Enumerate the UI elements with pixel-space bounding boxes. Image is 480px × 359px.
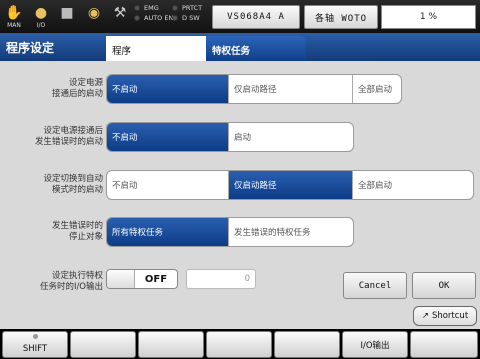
option-path-only[interactable]: 仅启动路径 — [229, 75, 353, 103]
fkey-io-output[interactable]: I/O输出 — [342, 331, 408, 358]
tab-privileged-task[interactable]: 特权任务 — [206, 36, 306, 61]
fkey-3[interactable] — [138, 331, 204, 358]
page-title: 程序设定 — [6, 41, 55, 55]
io-output-value-field[interactable]: 0 — [186, 269, 256, 289]
option-no-start[interactable]: 不启动 — [107, 171, 229, 199]
shortcut-button[interactable]: ↗ Shortcut — [413, 306, 477, 326]
option-no-start[interactable]: 不启动 — [107, 123, 229, 151]
fkey-4[interactable] — [206, 331, 272, 358]
option-all-start[interactable]: 全部启动 — [353, 75, 401, 103]
toggle-state: OFF — [144, 273, 168, 285]
option-error-privileged-task[interactable]: 发生错误的特权任务 — [229, 218, 353, 246]
hand-icon[interactable]: ✋ MAN — [4, 3, 24, 31]
setting-label-power-on-error: 设定电源接通后 发生错误时的启动 — [34, 126, 103, 147]
lamp-group-left: EMG AUTO EN — [134, 3, 173, 23]
title-bar: 程序设定 程序 特权任务 — [0, 33, 480, 61]
robot-type-button[interactable]: VS068A4 A — [212, 5, 300, 29]
lamp-group-right: PRTCT D SW — [172, 3, 202, 23]
option-no-start[interactable]: 不启动 — [107, 75, 229, 103]
ok-button[interactable]: OK — [412, 272, 476, 299]
function-key-bar: SHIFT I/O输出 — [0, 329, 480, 359]
fkey-5[interactable] — [274, 331, 340, 358]
power-on-error-start-selector: 不启动 启动 — [106, 122, 354, 152]
shortcut-strip — [0, 301, 480, 329]
option-path-only[interactable]: 仅启动路径 — [229, 171, 353, 199]
stop-square-icon[interactable]: ■ — [57, 3, 77, 31]
setting-label-power-on: 设定电源 接通后的启动 — [51, 78, 103, 99]
shift-led-icon — [33, 334, 38, 339]
shortcut-icon: ↗ — [421, 311, 429, 321]
dsw-lamp-icon — [172, 15, 178, 21]
fkey-shift[interactable]: SHIFT — [2, 331, 68, 358]
auto-mode-start-selector: 不启动 仅启动路径 全部启动 — [106, 170, 474, 200]
option-all-start[interactable]: 全部启动 — [353, 171, 473, 199]
cancel-button[interactable]: Cancel — [343, 272, 407, 299]
axes-mode-button[interactable]: 各轴 WOTO — [304, 5, 378, 29]
fkey-2[interactable] — [70, 331, 136, 358]
error-stop-target-selector: 所有特权任务 发生错误的特权任务 — [106, 217, 354, 247]
setting-label-auto-mode: 设定切换到自动 模式时的启动 — [43, 174, 103, 195]
screen: ✋ MAN ● I/O ■ ◉ ⚒ EMG AUTO EN PRTCT D SW V… — [0, 0, 480, 359]
io-icon[interactable]: ● I/O — [31, 3, 51, 31]
power-on-start-selector: 不启动 仅启动路径 全部启动 — [106, 74, 402, 104]
auto-en-lamp-icon — [134, 15, 140, 21]
prtct-lamp-icon — [172, 5, 178, 11]
io-output-toggle[interactable]: OFF — [106, 269, 178, 289]
setting-label-io-output: 设定执行特权 任务时的I/O输出 — [39, 271, 103, 292]
fkey-7[interactable] — [410, 331, 478, 358]
setting-label-error-stop: 发生错误时的 停止对象 — [51, 221, 103, 242]
toggle-knob — [107, 270, 135, 288]
wrench-icon[interactable]: ⚒ — [110, 3, 130, 31]
speed-indicator[interactable]: 1 % — [381, 5, 476, 29]
status-bar: ✋ MAN ● I/O ■ ◉ ⚒ EMG AUTO EN PRTCT D SW V… — [0, 0, 480, 33]
option-start[interactable]: 启动 — [229, 123, 353, 151]
settings-panel: 设定电源 接通后的启动 不启动 仅启动路径 全部启动 设定电源接通后 发生错误时… — [0, 61, 480, 301]
option-all-privileged-tasks[interactable]: 所有特权任务 — [107, 218, 229, 246]
bulb-icon[interactable]: ◉ — [84, 3, 104, 31]
emg-lamp-icon — [134, 5, 140, 11]
tab-program[interactable]: 程序 — [106, 36, 206, 61]
